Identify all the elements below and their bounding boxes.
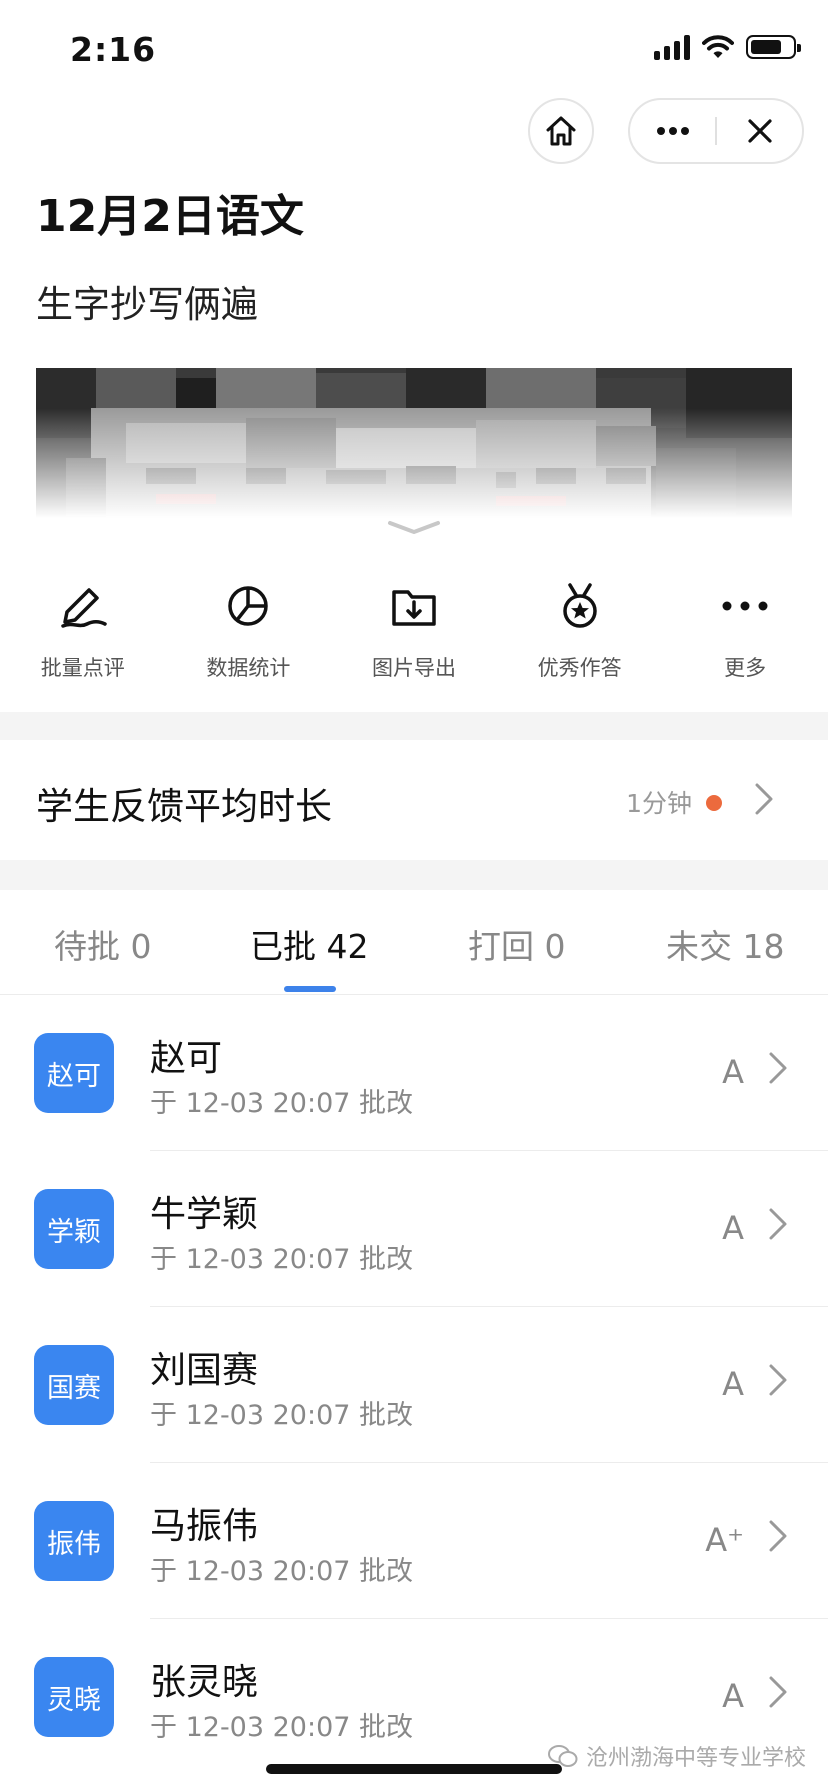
chevron-right-icon [769,1364,787,1396]
student-row[interactable]: 振伟 马振伟 于 12-03 20:07 批改 A⁺ [0,1463,828,1619]
chevron-right-icon [769,1520,787,1552]
grade: A [722,1209,744,1247]
mini-program-capsule [628,98,804,164]
action-label: 数据统计 [206,656,291,680]
battery-icon [746,35,801,59]
chevron-right-icon [755,783,773,815]
student-list: 赵可 赵可 于 12-03 20:07 批改 A 学颖 牛学颖 于 12-03 … [0,995,828,1775]
grade: A⁺ [705,1521,744,1559]
active-tab-indicator [284,986,336,992]
feedback-duration-row[interactable]: 学生反馈平均时长 1分钟 [0,740,828,860]
avatar: 学颖 [34,1189,114,1269]
home-indicator[interactable] [266,1764,562,1774]
page: 2:16 12月2日语文 生字抄写俩遍 批量点评 数据统计 图片导出 优秀作答 … [0,0,828,1792]
wifi-icon [702,35,734,58]
student-row[interactable]: 赵可 赵可 于 12-03 20:07 批改 A [0,995,828,1151]
image-export-button[interactable]: 图片导出 [331,560,497,710]
cellular-signal-icon [654,34,690,60]
folder-download-icon [392,590,436,626]
avatar: 赵可 [34,1033,114,1113]
close-icon [747,119,772,143]
student-row[interactable]: 国赛 刘国赛 于 12-03 20:07 批改 A [0,1307,828,1463]
graded-time: 于 12-03 20:07 批改 [150,1088,414,1119]
student-name: 马振伟 [150,1506,259,1547]
assignment-description: 生字抄写俩遍 [36,283,258,326]
more-dots-icon [722,601,768,611]
close-button[interactable] [717,118,802,144]
graded-time: 于 12-03 20:07 批改 [150,1712,414,1743]
student-name: 刘国赛 [150,1350,259,1391]
grade: A [722,1677,744,1715]
student-row[interactable]: 学颖 牛学颖 于 12-03 20:07 批改 A [0,1151,828,1307]
pie-chart-icon [228,586,269,626]
more-menu-button[interactable] [630,126,715,136]
graded-time: 于 12-03 20:07 批改 [150,1556,414,1587]
data-statistics-button[interactable]: 数据统计 [166,560,332,710]
watermark: 沧州渤海中等专业学校 [547,1740,806,1772]
student-name: 赵可 [150,1038,223,1079]
graded-time: 于 12-03 20:07 批改 [150,1400,414,1431]
action-label: 批量点评 [40,656,125,680]
excellent-answers-button[interactable]: 优秀作答 [497,560,663,710]
home-button[interactable] [528,98,594,164]
tab-not-submitted[interactable]: 未交 18 [666,920,784,968]
notification-dot [706,795,722,811]
tab-pending[interactable]: 待批 0 [54,920,152,968]
feedback-duration-label: 学生反馈平均时长 [36,785,332,828]
pen-signature-icon [61,588,107,628]
homework-image-preview[interactable] [36,368,792,518]
student-name: 牛学颖 [150,1194,259,1235]
page-title: 12月2日语文 [36,191,304,242]
section-divider [0,860,828,890]
tab-returned[interactable]: 打回 0 [468,920,566,968]
watermark-text: 沧州渤海中等专业学校 [585,1746,806,1771]
chevron-right-icon [769,1208,787,1240]
more-dots-icon [656,127,689,135]
action-label: 图片导出 [371,656,456,680]
feedback-duration-value: 1分钟 [626,789,692,818]
action-label: 优秀作答 [537,656,622,680]
status-tabs: 待批 0 已批 42 打回 0 未交 18 [0,890,828,995]
preview-fade [36,408,792,518]
chevron-right-icon [769,1676,787,1708]
avatar: 振伟 [34,1501,114,1581]
grade: A [722,1053,744,1091]
avatar: 国赛 [34,1345,114,1425]
section-divider [0,712,828,740]
status-icons [654,34,801,60]
action-bar: 批量点评 数据统计 图片导出 优秀作答 更多 [0,560,828,710]
home-icon [546,116,576,146]
status-time: 2:16 [70,30,157,69]
action-label: 更多 [724,656,767,680]
tab-graded[interactable]: 已批 42 [250,920,368,968]
graded-time: 于 12-03 20:07 批改 [150,1244,414,1275]
avatar: 灵晓 [34,1657,114,1737]
more-button[interactable]: 更多 [662,560,828,710]
student-name: 张灵晓 [150,1662,259,1703]
chevron-right-icon [769,1052,787,1084]
expand-chevron-icon[interactable] [386,520,442,536]
batch-comment-button[interactable]: 批量点评 [0,560,166,710]
status-bar: 2:16 [0,0,828,100]
grade: A [722,1365,744,1403]
medal-star-icon [562,583,597,628]
